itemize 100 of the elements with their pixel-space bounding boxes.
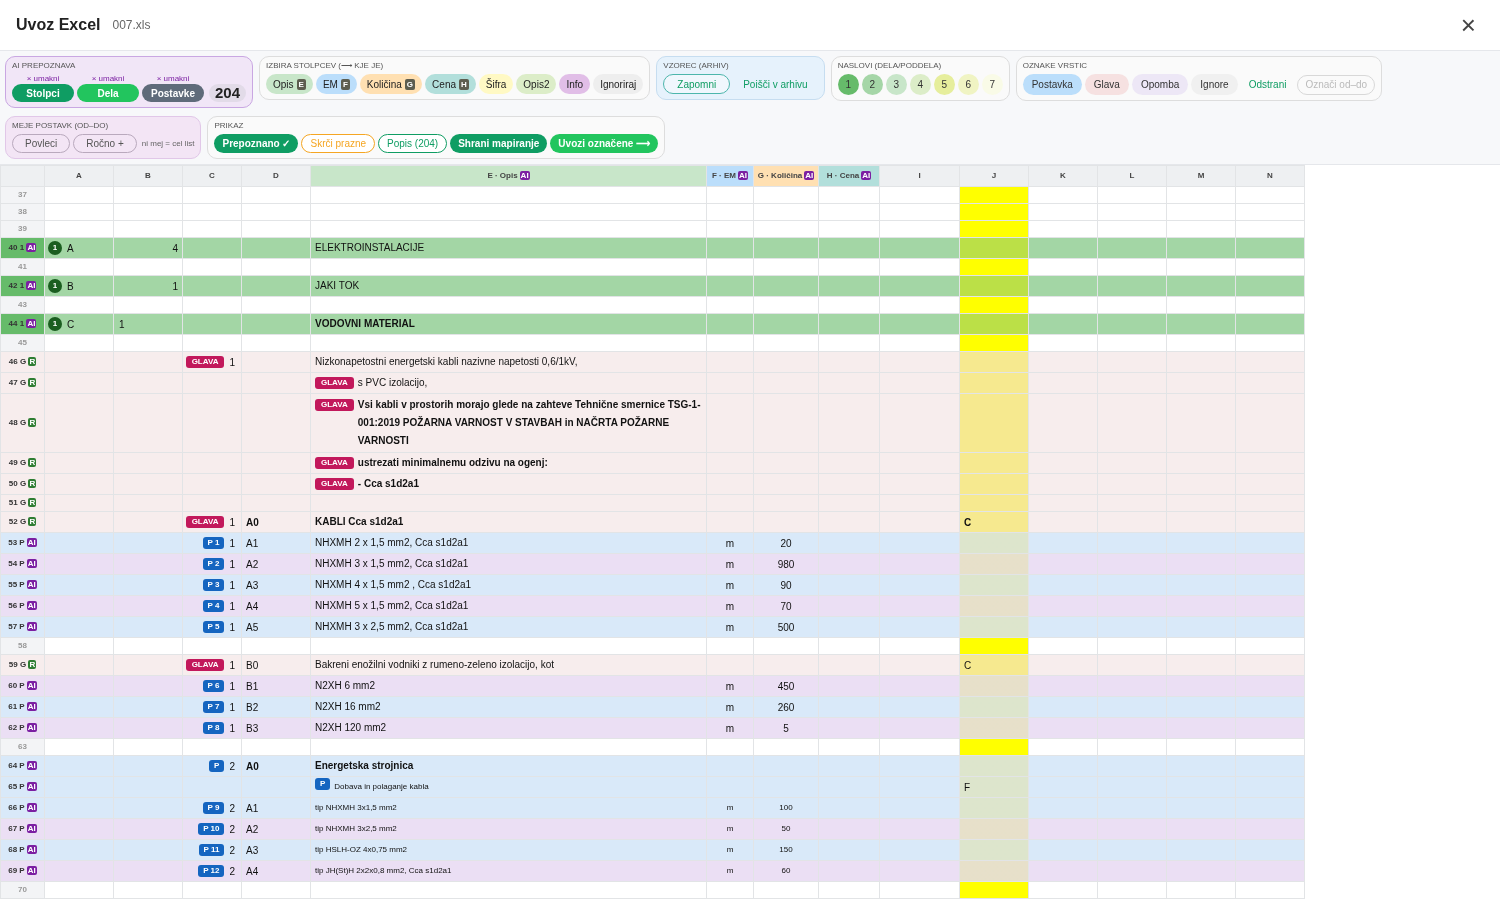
table-cell[interactable]: 450 [753, 675, 819, 697]
table-cell[interactable] [241, 258, 311, 276]
table-row[interactable]: 56 P AI P 4 1 A4 NHXMH 5 x 1,5 mm2, Cca s1d2a1 m 70 [0, 595, 1305, 617]
table-cell[interactable] [182, 313, 242, 335]
table-cell[interactable] [1028, 313, 1098, 335]
table-cell[interactable] [1097, 296, 1167, 314]
table-cell[interactable] [879, 220, 960, 238]
table-cell[interactable] [1028, 275, 1098, 297]
table-cell[interactable] [818, 296, 880, 314]
row-mark-chip[interactable]: Opomba [1131, 74, 1189, 95]
table-cell[interactable] [753, 334, 819, 352]
table-cell[interactable]: GLAVA s PVC izolacijo, [310, 372, 707, 394]
table-cell[interactable] [818, 532, 880, 554]
table-cell[interactable] [44, 675, 114, 697]
table-cell[interactable] [879, 372, 960, 394]
table-cell[interactable] [1097, 637, 1167, 655]
close-button[interactable]: × [1460, 12, 1476, 38]
table-cell[interactable] [879, 797, 960, 819]
table-cell[interactable] [1028, 351, 1098, 373]
table-cell[interactable] [818, 351, 880, 373]
table-cell[interactable]: GLAVA - Cca s1d2a1 [310, 473, 707, 495]
table-cell[interactable] [818, 334, 880, 352]
column-header[interactable]: M [1166, 165, 1236, 187]
table-cell[interactable]: 4 [113, 237, 183, 259]
table-cell[interactable]: N2XH 120 mm2 [310, 717, 707, 739]
table-cell[interactable]: m [706, 553, 754, 575]
table-cell[interactable]: m [706, 818, 754, 840]
table-cell[interactable] [706, 654, 754, 676]
table-cell[interactable] [1097, 755, 1167, 777]
table-cell[interactable] [1166, 334, 1236, 352]
table-cell[interactable] [818, 654, 880, 676]
table-cell[interactable] [753, 203, 819, 221]
table-cell[interactable] [1235, 839, 1305, 861]
table-cell[interactable] [44, 860, 114, 882]
row-header[interactable]: 57 P AI [0, 616, 45, 638]
table-cell[interactable] [1166, 616, 1236, 638]
table-row[interactable]: 67 P AI P 10 2 A2 tip NHXMH 3x2,5 mm2 m 50 [0, 818, 1305, 840]
table-cell[interactable]: GLAVA ustrezati minimalnemu odzivu na ogenj: [310, 452, 707, 474]
table-cell[interactable]: B3 [241, 717, 311, 739]
table-cell[interactable]: A1 [241, 797, 311, 819]
table-cell[interactable]: 1 [113, 275, 183, 297]
column-chip[interactable]: Ignoriraj [593, 74, 644, 94]
table-cell[interactable] [1235, 203, 1305, 221]
row-header[interactable]: 54 P AI [0, 553, 45, 575]
table-cell[interactable] [1028, 797, 1098, 819]
table-cell[interactable] [1166, 532, 1236, 554]
column-header[interactable]: J [959, 165, 1029, 187]
table-cell[interactable] [44, 220, 114, 238]
table-cell[interactable] [1028, 511, 1098, 533]
table-cell[interactable] [753, 654, 819, 676]
table-cell[interactable]: P 2 1 [182, 553, 242, 575]
row-header[interactable]: 56 P AI [0, 595, 45, 617]
table-cell[interactable] [1166, 351, 1236, 373]
table-cell[interactable] [1097, 220, 1167, 238]
column-header[interactable]: I [879, 165, 960, 187]
table-cell[interactable] [182, 334, 242, 352]
table-cell[interactable] [182, 637, 242, 655]
column-chip[interactable]: Količina G [359, 74, 423, 94]
table-cell[interactable] [113, 511, 183, 533]
table-cell[interactable] [44, 654, 114, 676]
table-cell[interactable] [1166, 738, 1236, 756]
table-cell[interactable] [879, 654, 960, 676]
column-header[interactable]: B [113, 165, 183, 187]
table-cell[interactable]: A4 [241, 595, 311, 617]
column-chip[interactable]: Opis2 [516, 74, 557, 94]
table-cell[interactable] [1028, 738, 1098, 756]
table-cell[interactable] [113, 738, 183, 756]
table-row[interactable]: 69 P AI P 12 2 A4 tip JH(St)H 2x2x0,8 mm2, Cca s1d2a1 m 60 [0, 860, 1305, 882]
table-cell[interactable] [706, 203, 754, 221]
table-cell[interactable]: tip NHXMH 3x1,5 mm2 [310, 797, 707, 819]
table-cell[interactable] [1097, 738, 1167, 756]
table-cell[interactable] [1028, 675, 1098, 697]
table-cell[interactable]: P 2 [182, 755, 242, 777]
table-cell[interactable] [818, 186, 880, 204]
row-header[interactable]: 52 G R [0, 511, 45, 533]
table-cell[interactable] [879, 839, 960, 861]
row-header[interactable]: 47 G R [0, 372, 45, 394]
table-row[interactable]: 62 P AI P 8 1 B3 N2XH 120 mm2 m 5 [0, 717, 1305, 739]
table-cell[interactable] [1028, 839, 1098, 861]
table-cell[interactable] [1235, 494, 1305, 512]
table-cell[interactable]: 5 [753, 717, 819, 739]
table-cell[interactable] [1097, 881, 1167, 899]
table-row[interactable]: 57 P AI P 5 1 A5 NHXMH 3 x 2,5 mm2, Cca s1d2a1 m 500 [0, 616, 1305, 638]
table-cell[interactable] [182, 220, 242, 238]
level-button[interactable]: 3 [885, 74, 907, 95]
table-cell[interactable] [1097, 532, 1167, 554]
table-cell[interactable] [182, 186, 242, 204]
table-cell[interactable] [879, 334, 960, 352]
table-cell[interactable]: A0 [241, 755, 311, 777]
table-cell[interactable] [706, 237, 754, 259]
table-cell[interactable] [113, 203, 183, 221]
level-button[interactable]: 5 [933, 74, 955, 95]
row-mark-chip[interactable]: Postavka [1022, 74, 1082, 95]
table-cell[interactable]: m [706, 532, 754, 554]
row-header[interactable]: 53 P AI [0, 532, 45, 554]
table-cell[interactable] [959, 393, 1029, 453]
table-cell[interactable] [1097, 351, 1167, 373]
table-cell[interactable] [1166, 258, 1236, 276]
table-cell[interactable] [818, 738, 880, 756]
row-header[interactable]: 55 P AI [0, 574, 45, 596]
